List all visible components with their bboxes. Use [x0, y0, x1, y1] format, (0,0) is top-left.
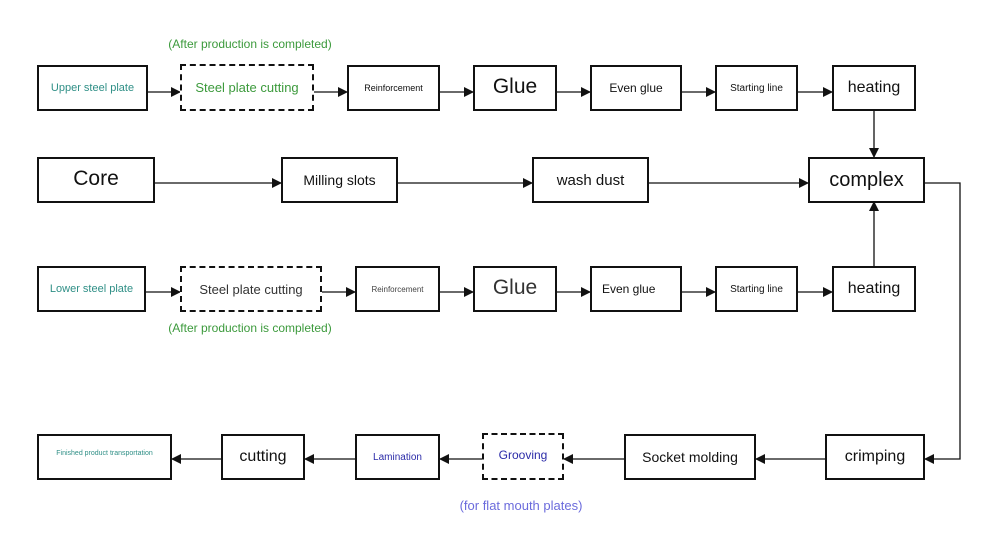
note-after-production-bottom: (After production is completed)	[168, 321, 332, 335]
node-wash-dust: wash dust	[532, 157, 649, 203]
node-steel-plate-cutting-upper: Steel plate cutting	[180, 64, 314, 111]
node-starting-line-lower: Starting line	[715, 266, 798, 312]
node-milling-slots: Milling slots	[281, 157, 398, 203]
node-grooving: Grooving	[482, 433, 564, 480]
node-cutting: cutting	[221, 434, 305, 480]
node-glue-lower: Glue	[473, 266, 557, 312]
node-even-glue-upper: Even glue	[590, 65, 682, 111]
node-starting-line-upper: Starting line	[715, 65, 798, 111]
note-flat-mouth-plates: (for flat mouth plates)	[459, 498, 583, 513]
node-reinforcement-lower: Reinforcement	[355, 266, 440, 312]
node-heating-lower: heating	[832, 266, 916, 312]
node-complex: complex	[808, 157, 925, 203]
node-core: Core	[37, 157, 155, 203]
arrow	[924, 182, 961, 464]
node-upper-steel-plate: Upper steel plate	[37, 65, 148, 111]
note-after-production-top: (After production is completed)	[168, 37, 332, 51]
node-lamination: Lamination	[355, 434, 440, 480]
node-finished-product-transportation: Finished product transportation	[37, 434, 172, 480]
node-steel-plate-cutting-lower: Steel plate cutting	[180, 266, 322, 312]
node-lower-steel-plate: Lower steel plate	[37, 266, 146, 312]
node-reinforcement-upper: Reinforcement	[347, 65, 440, 111]
node-glue-upper: Glue	[473, 65, 557, 111]
process-flow-diagram: (After production is completed) (After p…	[0, 0, 1000, 555]
node-even-glue-lower: Even glue	[590, 266, 682, 312]
node-socket-molding: Socket molding	[624, 434, 756, 480]
node-heating-upper: heating	[832, 65, 916, 111]
node-crimping: crimping	[825, 434, 925, 480]
